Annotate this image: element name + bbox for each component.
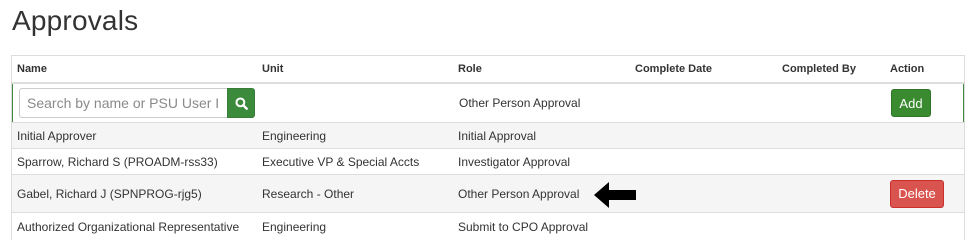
table-row: Sparrow, Richard S (PROADM-rss33) Execut…: [12, 148, 964, 174]
row-name: Initial Approver: [17, 128, 97, 143]
row-name: Authorized Organizational Representative: [17, 219, 240, 234]
search-button[interactable]: [227, 88, 255, 118]
column-header-name: Name: [17, 63, 47, 75]
table-header-row: Name Unit Role Complete Date Completed B…: [12, 56, 964, 84]
table-row: Initial Approver Engineering Initial App…: [12, 122, 964, 148]
add-row-role: Other Person Approval: [459, 96, 581, 110]
row-unit: Research - Other: [262, 186, 355, 201]
person-search: [19, 88, 255, 118]
person-search-input[interactable]: [19, 88, 227, 118]
row-unit: Engineering: [262, 219, 327, 234]
column-header-completed-by: Completed By: [782, 63, 856, 75]
column-header-unit: Unit: [262, 63, 284, 75]
row-unit: Engineering: [262, 128, 327, 143]
row-role: Investigator Approval: [458, 154, 571, 169]
delete-button[interactable]: Delete: [890, 179, 944, 208]
row-unit: Executive VP & Special Accts: [262, 154, 420, 169]
row-role: Other Person Approval: [458, 186, 580, 201]
column-header-role: Role: [458, 63, 482, 75]
table-row: Gabel, Richard J (SPNPROG-rjg5) Research…: [12, 174, 964, 212]
approvals-table: Name Unit Role Complete Date Completed B…: [11, 55, 965, 240]
column-header-complete-date: Complete Date: [635, 63, 713, 75]
row-name: Gabel, Richard J (SPNPROG-rjg5): [17, 186, 202, 201]
column-header-action: Action: [890, 63, 925, 75]
table-row: Authorized Organizational Representative…: [12, 212, 964, 240]
add-button[interactable]: Add: [891, 89, 931, 117]
row-role: Initial Approval: [458, 128, 537, 143]
left-arrow-icon: [594, 182, 636, 213]
add-approver-row: Other Person Approval Add: [12, 84, 964, 122]
row-name: Sparrow, Richard S (PROADM-rss33): [17, 154, 218, 169]
row-role: Submit to CPO Approval: [458, 219, 589, 234]
search-icon: [234, 96, 248, 110]
page-title: Approvals: [12, 5, 139, 36]
